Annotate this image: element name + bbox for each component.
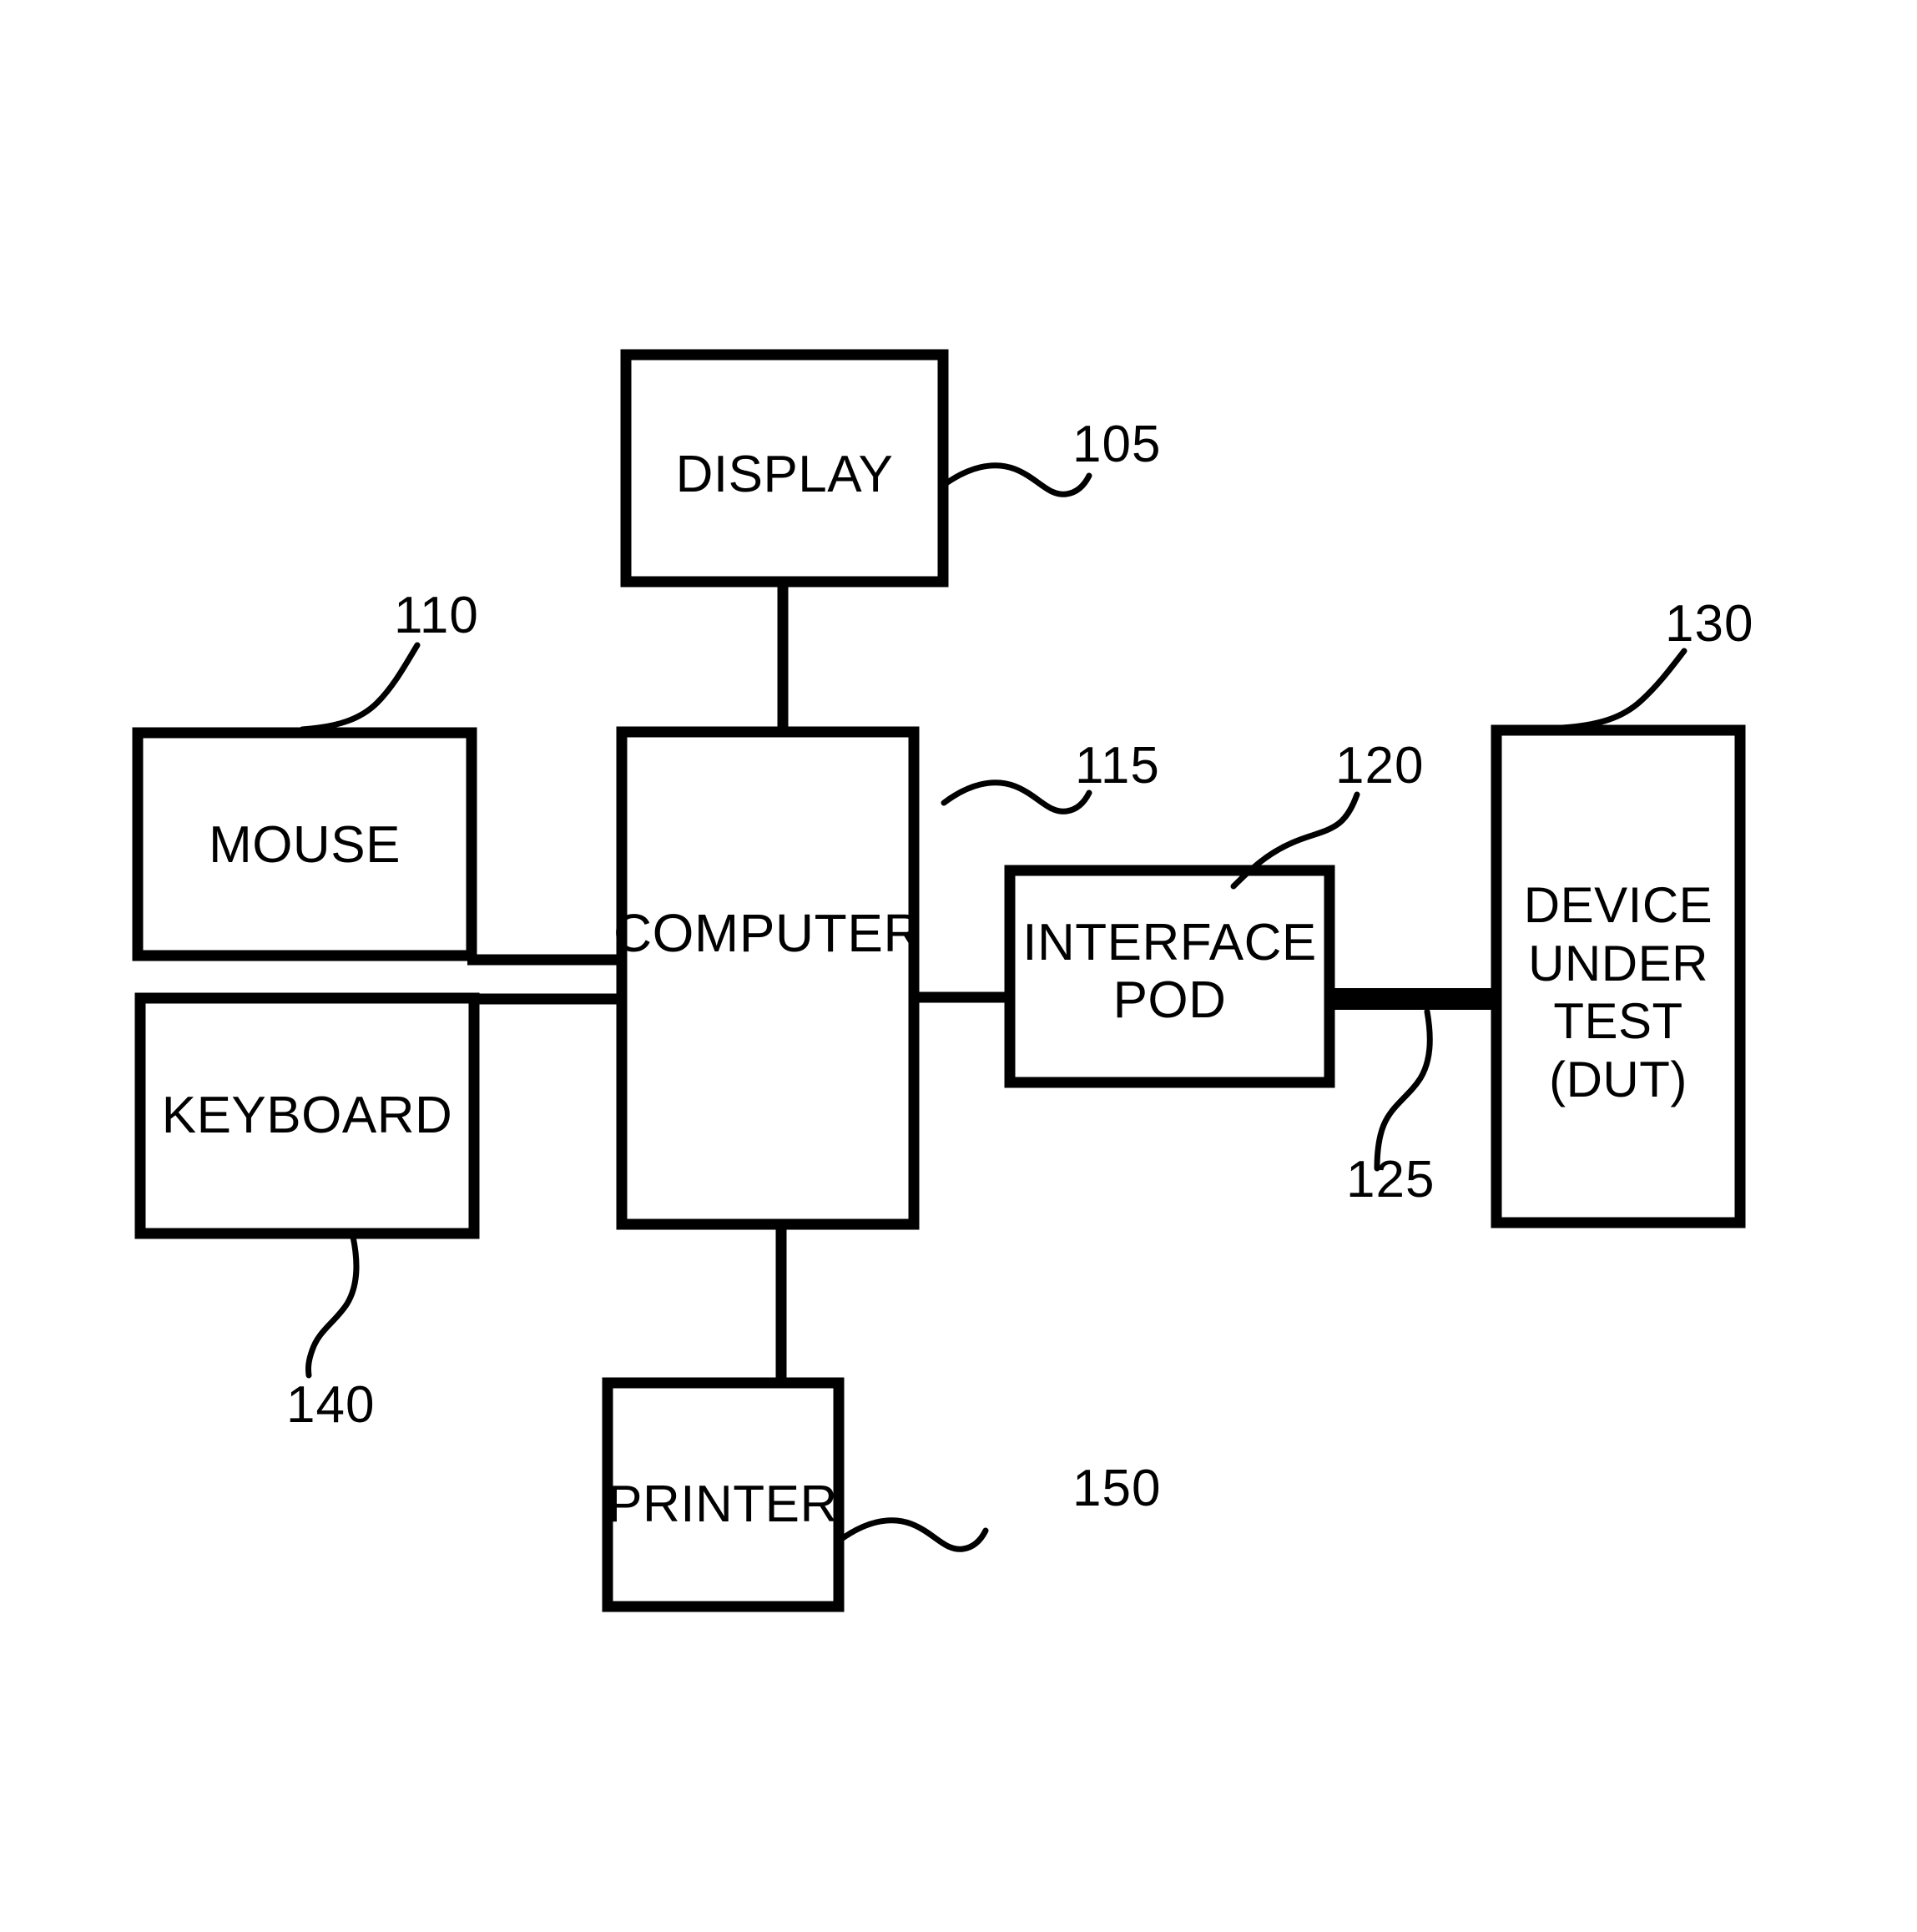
- leader-line-105: [941, 462, 1092, 497]
- reference-numeral-110: 110: [394, 587, 479, 644]
- block-label-device-under-test: DEVICE UNDER TEST (DUT): [1523, 877, 1713, 1107]
- leader-line-130: [1559, 648, 1687, 731]
- reference-numeral-120: 120: [1335, 737, 1425, 794]
- leader-line-150: [837, 1517, 989, 1552]
- block-label-display: DISPLAY: [675, 446, 894, 503]
- figure-canvas: DISPLAY MOUSE KEYBOARD COMPUTER INTERFAC…: [0, 0, 1917, 1932]
- leader-line-140: [305, 1233, 360, 1379]
- block-label-printer: PRINTER: [608, 1475, 838, 1533]
- leader-line-125: [1374, 1008, 1433, 1172]
- reference-numeral-105: 105: [1072, 416, 1162, 473]
- reference-numeral-115: 115: [1075, 737, 1160, 794]
- block-label-keyboard: KEYBOARD: [161, 1087, 453, 1144]
- reference-numeral-130: 130: [1665, 595, 1754, 653]
- block-label-interface-pod: INTERFACE POD: [1022, 914, 1317, 1030]
- block-label-mouse: MOUSE: [209, 816, 401, 874]
- block-label-computer: COMPUTER: [613, 903, 923, 963]
- block-computer: [616, 726, 920, 1230]
- leader-line-115: [941, 779, 1092, 815]
- reference-numeral-150: 150: [1072, 1460, 1162, 1517]
- reference-numeral-125: 125: [1346, 1151, 1435, 1208]
- reference-numeral-140: 140: [286, 1376, 376, 1434]
- leader-line-110: [299, 642, 421, 733]
